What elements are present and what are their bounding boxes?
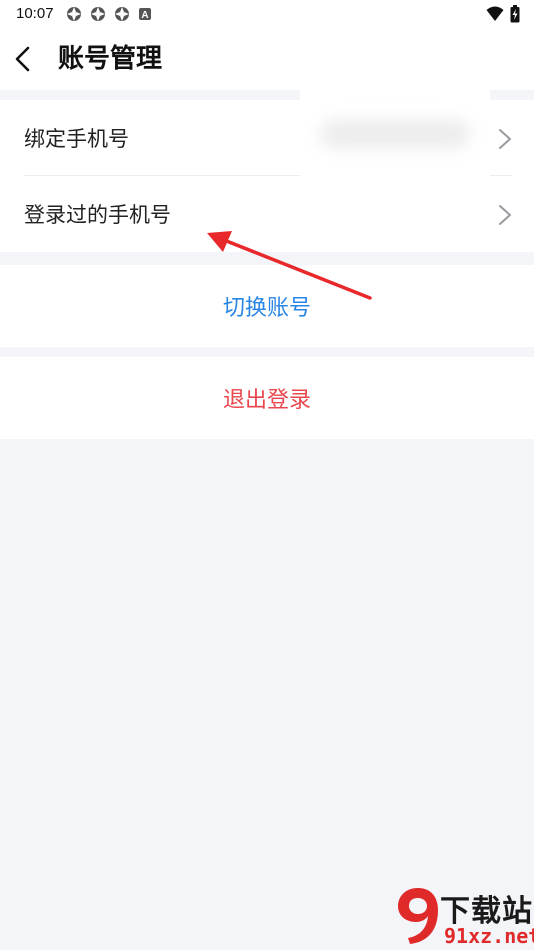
app-notification-icon <box>114 6 130 22</box>
a-badge-icon: A <box>138 6 154 22</box>
page-header: 账号管理 <box>0 28 534 90</box>
list-item-label: 登录过的手机号 <box>24 203 171 227</box>
list-item-label: 绑定手机号 <box>24 127 129 151</box>
app-notification-icon <box>66 6 82 22</box>
battery-charging-icon <box>510 5 520 27</box>
logout-button[interactable]: 退出登录 <box>0 357 534 439</box>
status-notification-icons: A <box>66 6 154 22</box>
watermark-domain: 91xz.net <box>444 924 534 948</box>
masked-phone-number <box>300 88 490 178</box>
chevron-right-icon <box>499 205 511 225</box>
list-item-logged-in-phones[interactable]: 登录过的手机号 <box>0 176 534 252</box>
watermark: 下载站 91xz.net <box>394 884 534 950</box>
status-bar: 10:07 A <box>0 0 534 28</box>
chevron-right-icon <box>499 129 511 149</box>
switch-account-button[interactable]: 切换账号 <box>0 265 534 347</box>
wifi-icon <box>486 6 504 26</box>
status-time: 10:07 <box>16 5 54 22</box>
site-logo-icon <box>398 888 438 944</box>
back-button[interactable] <box>6 42 40 76</box>
page-title: 账号管理 <box>58 44 163 74</box>
chevron-left-icon <box>15 46 30 72</box>
status-system-icons <box>486 5 520 27</box>
svg-text:A: A <box>141 10 148 21</box>
app-notification-icon <box>90 6 106 22</box>
